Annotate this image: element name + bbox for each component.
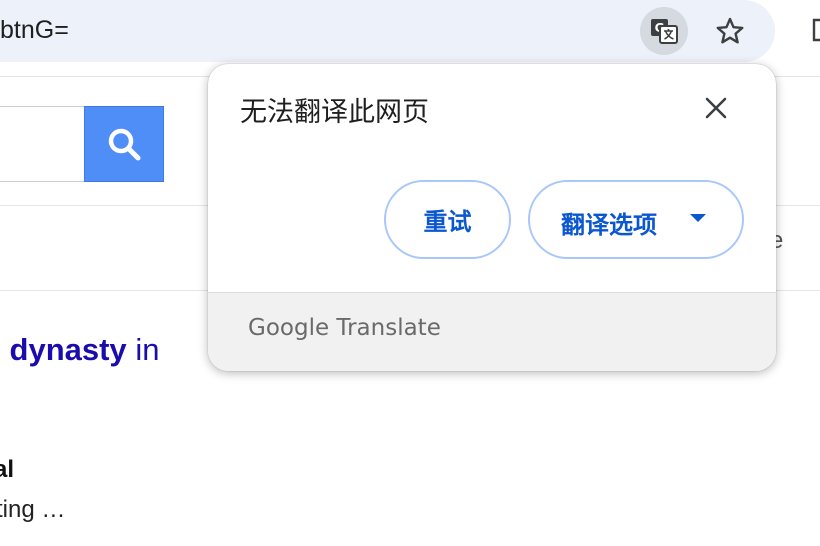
extensions-icon [812,18,820,42]
brand-translate: Translate [336,315,441,341]
close-icon [705,97,727,119]
browser-window: btnG= G e ι [0,0,820,546]
bookmark-button[interactable] [706,7,754,55]
snippet-fragment: ting … [0,496,66,523]
search-button[interactable] [84,106,164,182]
caret-down-icon [690,214,706,222]
result-title-bold: dynasty [9,332,127,367]
magnifier-icon [108,128,141,161]
search-input[interactable] [0,106,85,182]
translate-options-label: 翻译选项 [561,211,657,239]
result-title-left-fragment: ι [0,332,1,367]
bubble-footer: Google Translate [208,292,776,371]
result-title-link[interactable]: ι dynasty in [0,332,159,368]
result-title-rest: in [135,332,160,367]
translate-options-button[interactable]: 翻译选项 [528,180,744,259]
retry-button[interactable]: 重试 [384,180,511,259]
retry-button-label: 重试 [423,208,472,236]
google-translate-icon: G [651,19,678,44]
close-button[interactable] [696,88,736,128]
brand-google: Google [248,315,330,341]
star-icon [716,17,744,44]
address-bar-url[interactable]: btnG= [0,16,69,45]
extensions-button[interactable] [804,14,820,44]
bubble-title: 无法翻译此网页 [240,97,429,128]
translate-page-button[interactable]: G [640,7,688,55]
google-translate-logo: Google Translate [248,315,441,341]
snippet-bold-fragment: al [0,456,15,483]
translate-bubble: 无法翻译此网页 重试 翻译选项 Google Translate [208,64,776,371]
